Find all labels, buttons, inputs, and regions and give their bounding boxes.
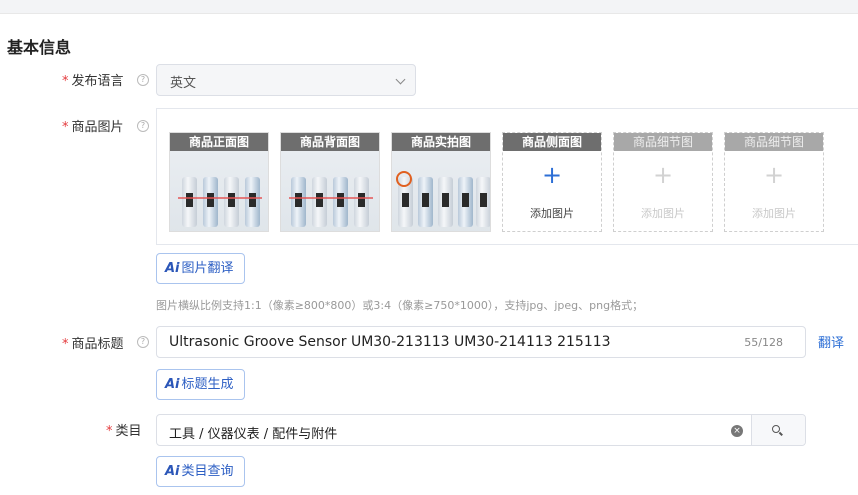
category-value: 工具 / 仪器仪表 / 配件与附件 [169,427,338,442]
category-label: * 类目 [106,424,142,439]
slot-caption: 商品背面图 [281,133,379,151]
slot-caption: 商品实拍图 [392,133,490,151]
image-slot-real[interactable]: 商品实拍图 [391,132,491,232]
ai-icon: Ai [165,464,180,479]
help-icon[interactable]: ? [137,120,149,132]
search-icon [772,425,780,433]
clear-icon[interactable]: × [731,425,743,437]
product-title-value: Ultrasonic Groove Sensor UM30-213113 UM3… [169,334,611,350]
required-mark: * [62,337,69,352]
category-query-button[interactable]: Ai 类目查询 [156,456,245,487]
section-title: 基本信息 [7,38,72,57]
char-count: 55/128 [744,336,783,349]
add-image-label: 添加图片 [641,207,685,220]
category-search-button[interactable] [751,415,805,445]
top-bar [0,0,858,14]
help-icon[interactable]: ? [137,336,149,348]
plus-icon: + [652,161,674,189]
required-mark: * [62,120,69,135]
image-format-hint: 图片横纵比例支持1:1（像素≥800*800）或3:4（像素≥750*1000）… [156,299,644,312]
translate-link[interactable]: 翻译 [818,332,844,351]
images-label: * 商品图片 [62,120,124,135]
required-mark: * [106,424,113,439]
language-value: 英文 [170,76,197,91]
add-image-label: 添加图片 [530,207,574,220]
image-translate-button[interactable]: Ai 图片翻译 [156,253,245,284]
product-title-input[interactable]: Ultrasonic Groove Sensor UM30-213113 UM3… [156,326,806,358]
image-slot-back[interactable]: 商品背面图 [280,132,380,232]
product-photo [170,151,268,231]
plus-icon: + [541,161,563,189]
ai-icon: Ai [165,261,180,276]
image-slot-front[interactable]: 商品正面图 [169,132,269,232]
ai-icon: Ai [165,377,180,392]
product-photo [392,151,490,231]
add-image-label: 添加图片 [752,207,796,220]
image-slot-detail: 商品细节图 + 添加图片 [613,132,713,232]
slot-caption: 商品细节图 [614,133,712,151]
title-label: * 商品标题 [62,337,124,352]
chevron-down-icon [395,74,406,85]
image-slot-detail: 商品细节图 + 添加图片 [724,132,824,232]
language-label: * 发布语言 [62,74,124,89]
category-input[interactable]: 工具 / 仪器仪表 / 配件与附件 × [156,414,806,446]
slot-caption: 商品侧面图 [503,133,601,151]
title-generate-button[interactable]: Ai 标题生成 [156,369,245,400]
plus-icon: + [763,161,785,189]
language-select[interactable]: 英文 [156,64,416,96]
slot-caption: 商品正面图 [170,133,268,151]
slot-caption: 商品细节图 [725,133,823,151]
product-photo [281,151,379,231]
required-mark: * [62,74,69,89]
image-slot-side[interactable]: 商品侧面图 + 添加图片 [502,132,602,232]
help-icon[interactable]: ? [137,74,149,86]
